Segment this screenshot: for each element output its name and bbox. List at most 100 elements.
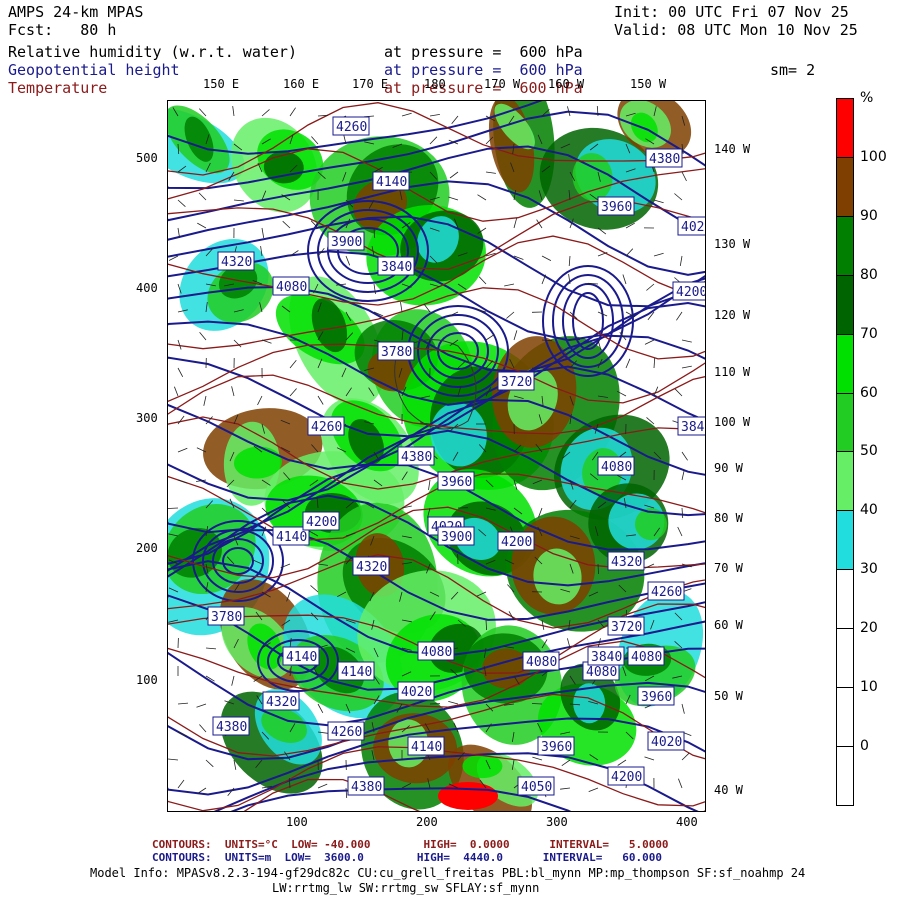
model-info-2: LW:rrtmg_lw SW:rrtmg_sw SFLAY:sf_mynn bbox=[272, 881, 540, 895]
toplon-0: 150 E bbox=[203, 77, 240, 91]
wind-barb bbox=[227, 787, 235, 797]
valid-time: Valid: 08 UTC Mon 10 Nov 25 bbox=[614, 21, 858, 39]
contour-label: 4080 bbox=[276, 280, 307, 295]
contour-label: 4260 bbox=[651, 585, 682, 600]
colorbar-segment bbox=[836, 333, 854, 394]
colorbar-bottom bbox=[836, 804, 854, 806]
wind-barb bbox=[177, 367, 184, 377]
contour-label: 3900 bbox=[441, 530, 472, 545]
map-panel[interactable]: 4260438041403960402043204080384039003780… bbox=[167, 100, 706, 812]
wind-barb bbox=[451, 115, 459, 125]
wind-barb bbox=[676, 311, 683, 321]
rightlon-8: 60 W bbox=[714, 618, 743, 632]
contour-label: 3720 bbox=[611, 620, 642, 635]
wind-barb bbox=[429, 136, 438, 145]
contour-label: 3840 bbox=[381, 260, 412, 275]
colorbar-segment bbox=[836, 215, 854, 276]
wind-barb bbox=[448, 196, 459, 201]
wind-barb bbox=[317, 703, 324, 713]
wind-barb bbox=[674, 193, 683, 201]
contour-label: 4200 bbox=[611, 770, 642, 785]
xticks-0: 100 bbox=[286, 815, 308, 829]
smoothing-label: sm= 2 bbox=[770, 61, 816, 79]
wind-barb bbox=[622, 274, 627, 285]
contour-label: 3720 bbox=[501, 375, 532, 390]
wind-barb bbox=[513, 330, 518, 341]
colorbar-label-80: 80 bbox=[860, 266, 878, 283]
wind-barb bbox=[541, 255, 552, 261]
wind-barb bbox=[653, 199, 664, 204]
toplon-3: 180 bbox=[424, 77, 446, 91]
wind-barb bbox=[674, 388, 683, 397]
height-contour-info: CONTOURS: UNITS=m LOW= 3600.0 HIGH= 4440… bbox=[152, 851, 662, 864]
wind-barb bbox=[681, 703, 685, 714]
wind-barb bbox=[477, 194, 487, 201]
colorbar-label-10: 10 bbox=[860, 679, 878, 695]
wind-barb bbox=[231, 675, 235, 686]
wind-barb bbox=[681, 339, 692, 343]
colorbar-segment bbox=[836, 98, 854, 158]
wind-barb bbox=[261, 109, 270, 117]
toplon-4: 170 W bbox=[484, 77, 521, 91]
wind-barb bbox=[617, 759, 627, 766]
colorbar-segment bbox=[836, 156, 854, 217]
contour-label: 3840 bbox=[591, 650, 622, 665]
rightlon-3: 110 W bbox=[714, 365, 751, 379]
toplon-6: 150 W bbox=[630, 77, 667, 91]
contour-label: 3960 bbox=[641, 690, 672, 705]
contour-label: 4260 bbox=[311, 420, 342, 435]
wind-barb bbox=[177, 731, 188, 737]
wind-barb bbox=[317, 395, 324, 405]
contour-label: 4200 bbox=[306, 515, 337, 530]
model-info: Model Info: MPASv8.2.3-194-gf29dc82c CU:… bbox=[90, 866, 806, 880]
wind-barb bbox=[198, 192, 207, 201]
wind-barb bbox=[478, 276, 487, 285]
contour-label: 4380 bbox=[216, 720, 247, 735]
wind-barb bbox=[177, 415, 185, 425]
contour-label: 4380 bbox=[649, 152, 680, 167]
rightlon-6: 80 W bbox=[714, 511, 743, 525]
contour-label: 4320 bbox=[611, 555, 642, 570]
wind-barb bbox=[513, 218, 517, 229]
contour-label: 4080 bbox=[631, 650, 662, 665]
map-canvas: 4260438041403960402043204080384039003780… bbox=[168, 101, 705, 811]
contour-label: 4320 bbox=[221, 255, 252, 270]
wind-barb bbox=[261, 339, 272, 344]
colorbar-label-70: 70 bbox=[860, 325, 878, 342]
xticks-1: 200 bbox=[416, 815, 438, 829]
contour-label: 4140 bbox=[286, 650, 317, 665]
colorbar-label-60: 60 bbox=[860, 384, 878, 401]
wind-barb bbox=[644, 756, 655, 761]
rightlon-5: 90 W bbox=[714, 461, 743, 475]
wind-barb bbox=[504, 283, 515, 287]
field-height-label: Geopotential height bbox=[8, 61, 180, 79]
contour-label: 4020 bbox=[681, 220, 705, 235]
contour-label: 4320 bbox=[266, 695, 297, 710]
colorbar-segment bbox=[836, 687, 854, 747]
wind-barb bbox=[506, 311, 515, 319]
wind-barb bbox=[196, 703, 207, 708]
wind-barb bbox=[653, 386, 659, 397]
contour-label: 4020 bbox=[651, 735, 682, 750]
contour-label: 4140 bbox=[276, 530, 307, 545]
init-time: Init: 00 UTC Fri 07 Nov 25 bbox=[614, 3, 849, 21]
yticks-0: 500 bbox=[136, 151, 158, 165]
wind-barb bbox=[197, 787, 207, 794]
rightlon-4: 100 W bbox=[714, 415, 751, 429]
wind-barb bbox=[310, 585, 319, 593]
contour-label: 3960 bbox=[441, 475, 472, 490]
wind-barb bbox=[199, 332, 207, 341]
rightlon-10: 40 W bbox=[714, 783, 743, 797]
wind-barb bbox=[646, 283, 655, 291]
toplon-5: 160 W bbox=[548, 77, 585, 91]
colorbar-label-90: 90 bbox=[860, 207, 878, 224]
xticks-2: 300 bbox=[546, 815, 568, 829]
xticks-3: 400 bbox=[676, 815, 698, 829]
wind-barb bbox=[625, 358, 631, 369]
contour-label: 4080 bbox=[601, 460, 632, 475]
contour-label: 4140 bbox=[411, 740, 442, 755]
contour-label: 4140 bbox=[376, 175, 407, 190]
wind-barb bbox=[205, 647, 217, 650]
colorbar-label-100: 100 bbox=[860, 148, 887, 165]
wind-barb bbox=[261, 227, 265, 238]
